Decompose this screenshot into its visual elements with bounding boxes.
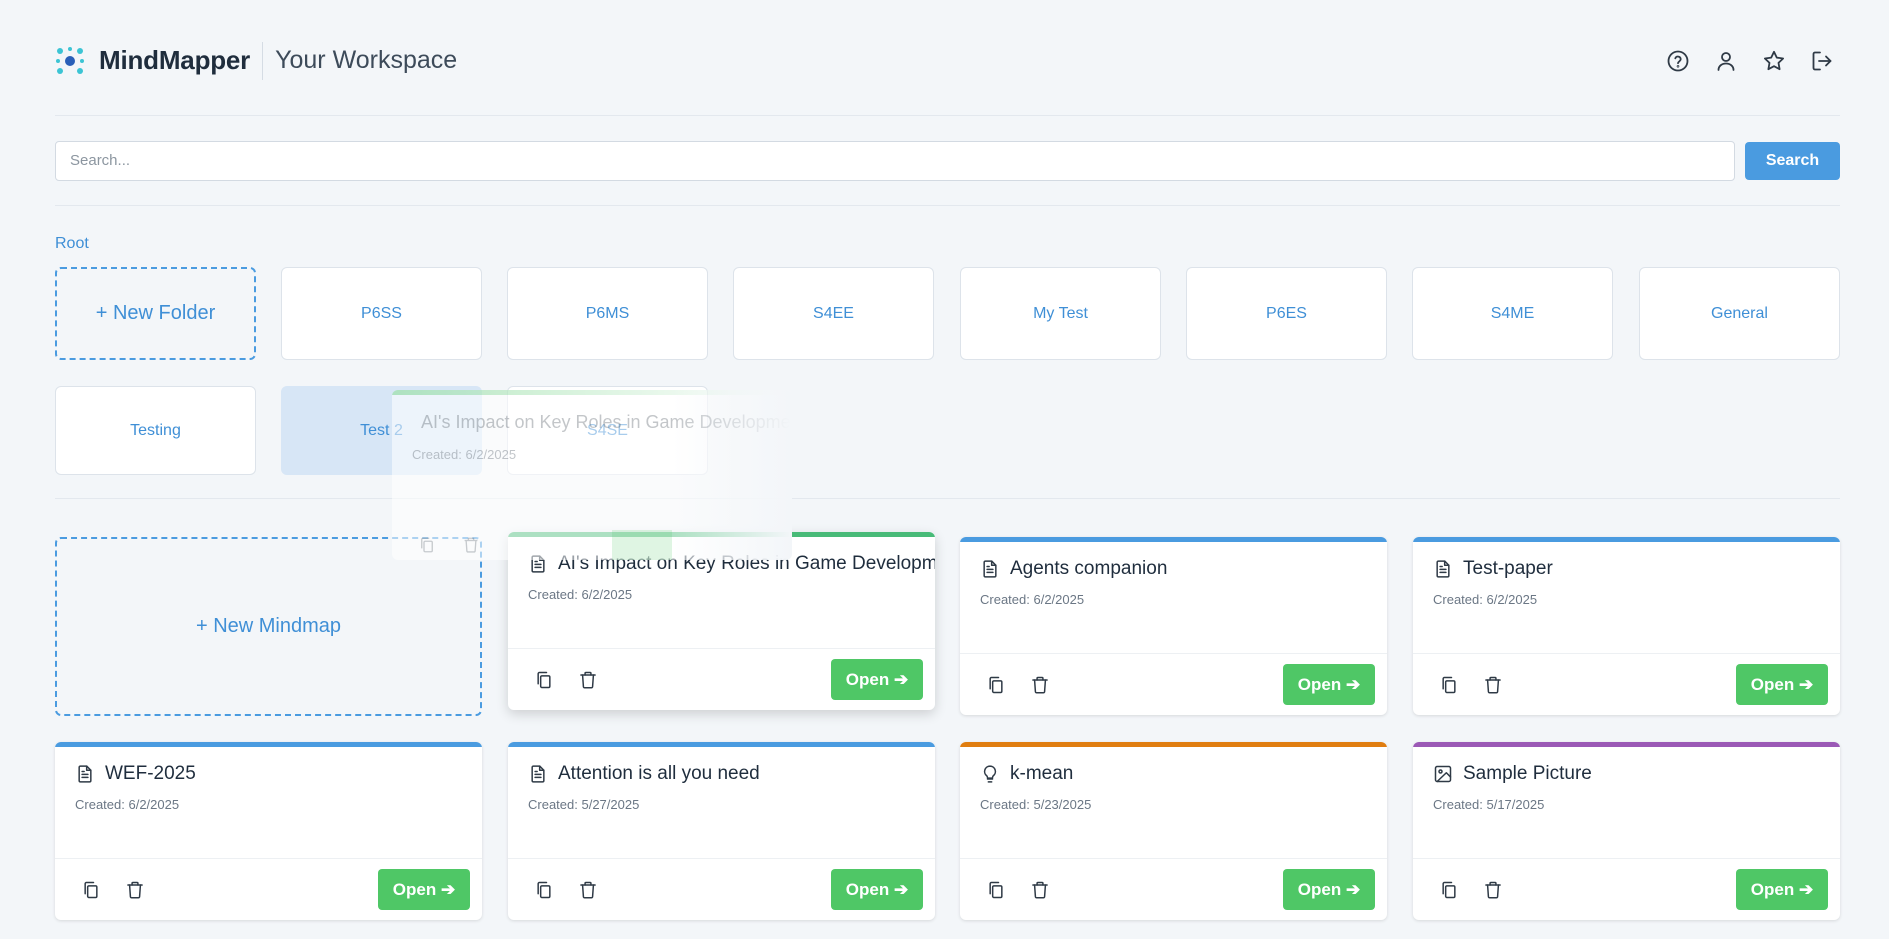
open-button[interactable]: Open ➔ [831,869,923,910]
card-footer: Open ➔ [960,858,1387,920]
brand: MindMapper Your Workspace [55,41,458,80]
copy-icon[interactable] [534,670,554,690]
lightbulb-icon [983,765,997,783]
card-footer: Open ➔ [1413,858,1840,920]
folder-general[interactable]: General [1639,267,1840,360]
open-button[interactable]: Open ➔ [831,659,923,700]
document-icon [983,560,997,578]
header-actions [1666,49,1834,73]
mindmap-card[interactable]: Test-paper Created: 6/2/2025 Open ➔ [1413,537,1840,715]
folder-p6es[interactable]: P6ES [1186,267,1387,360]
card-created-date: Created: 5/23/2025 [980,797,1092,812]
card-footer: Open ➔ [960,653,1387,715]
trash-icon[interactable] [578,670,598,690]
copy-icon[interactable] [986,880,1006,900]
new-folder-button[interactable]: + New Folder [55,267,256,360]
folder-s4ee[interactable]: S4EE [733,267,934,360]
card-title: Attention is all you need [508,747,935,785]
open-button[interactable]: Open ➔ [378,869,470,910]
card-title-text: Test-paper [1463,558,1553,579]
card-title-text: Attention is all you need [558,763,760,784]
help-icon[interactable] [1666,49,1690,73]
copy-icon[interactable] [81,880,101,900]
card-title: AI's Impact on Key Roles in Game Develop… [508,537,935,575]
mindmap-card[interactable]: AI's Impact on Key Roles in Game Develop… [508,532,935,710]
card-created-date: Created: 6/2/2025 [75,797,180,812]
folder-test-2[interactable]: Test 2 [281,386,482,475]
trash-icon[interactable] [1030,675,1050,695]
new-mindmap-button[interactable]: + New Mindmap [55,537,482,716]
breadcrumb[interactable]: Root [55,235,1840,253]
trash-icon[interactable] [1483,880,1503,900]
open-button[interactable]: Open ➔ [1736,664,1828,705]
folder-testing[interactable]: Testing [55,386,256,475]
search-bar: Search [55,116,1840,206]
folder-p6ms[interactable]: P6MS [507,267,708,360]
image-icon [1434,765,1452,783]
card-title-text: WEF-2025 [105,763,196,784]
mindmap-card[interactable]: Agents companion Created: 6/2/2025 Open … [960,537,1387,715]
card-created-date: Created: 5/27/2025 [528,797,640,812]
mindmap-card[interactable]: Sample Picture Created: 5/17/2025 Open ➔ [1413,742,1840,920]
trash-icon[interactable] [125,880,145,900]
folder-p6ss[interactable]: P6SS [281,267,482,360]
card-footer: Open ➔ [508,648,935,710]
star-icon[interactable] [1762,49,1786,73]
copy-icon[interactable] [1439,880,1459,900]
document-icon [1436,560,1450,578]
search-button[interactable]: Search [1745,141,1840,180]
card-title-text: Agents companion [1010,558,1168,579]
card-title: k-mean [960,747,1387,785]
user-icon[interactable] [1714,49,1738,73]
mindmap-card[interactable]: k-mean Created: 5/23/2025 Open ➔ [960,742,1387,920]
folder-grid: + New Folder P6SS P6MS S4EE My Test P6ES… [55,267,1840,499]
card-footer: Open ➔ [1413,653,1840,715]
trash-icon[interactable] [1030,880,1050,900]
document-icon [531,765,545,783]
trash-icon[interactable] [1483,675,1503,695]
open-button[interactable]: Open ➔ [1736,869,1828,910]
card-title: Sample Picture [1413,747,1840,785]
card-title-text: k-mean [1010,763,1074,784]
search-input[interactable] [55,140,1735,181]
mindmap-card[interactable]: Attention is all you need Created: 5/27/… [508,742,935,920]
card-created-date: Created: 5/17/2025 [1433,797,1545,812]
card-title-text: Sample Picture [1463,763,1592,784]
mindmap-card[interactable]: WEF-2025 Created: 6/2/2025 Open ➔ [55,742,482,920]
card-created-date: Created: 6/2/2025 [1433,592,1538,607]
copy-icon[interactable] [534,880,554,900]
workspace: MindMapper Your Workspace Search Root + … [55,0,1840,499]
brand-divider [262,41,264,80]
document-icon [531,555,545,573]
header: MindMapper Your Workspace [55,0,1840,116]
card-footer: Open ➔ [508,858,935,920]
open-button[interactable]: Open ➔ [1283,869,1375,910]
card-title: Agents companion [960,542,1387,580]
card-title: Test-paper [1413,542,1840,580]
copy-icon[interactable] [986,675,1006,695]
folder-s4me[interactable]: S4ME [1412,267,1613,360]
app-name: MindMapper [99,45,251,75]
card-created-date: Created: 6/2/2025 [528,587,633,602]
card-title-text: AI's Impact on Key Roles in Game Develop… [558,553,935,574]
trash-icon[interactable] [578,880,598,900]
card-footer: Open ➔ [55,858,482,920]
card-created-date: Created: 6/2/2025 [980,592,1085,607]
open-button[interactable]: Open ➔ [1283,664,1375,705]
card-title: WEF-2025 [55,747,482,785]
copy-icon[interactable] [1439,675,1459,695]
page-title: Your Workspace [275,46,458,74]
document-icon [78,765,92,783]
logout-icon[interactable] [1810,49,1834,73]
folder-my-test[interactable]: My Test [960,267,1161,360]
mindmapper-logo-icon [56,46,84,74]
folder-s4se[interactable]: S4SE [507,386,708,475]
